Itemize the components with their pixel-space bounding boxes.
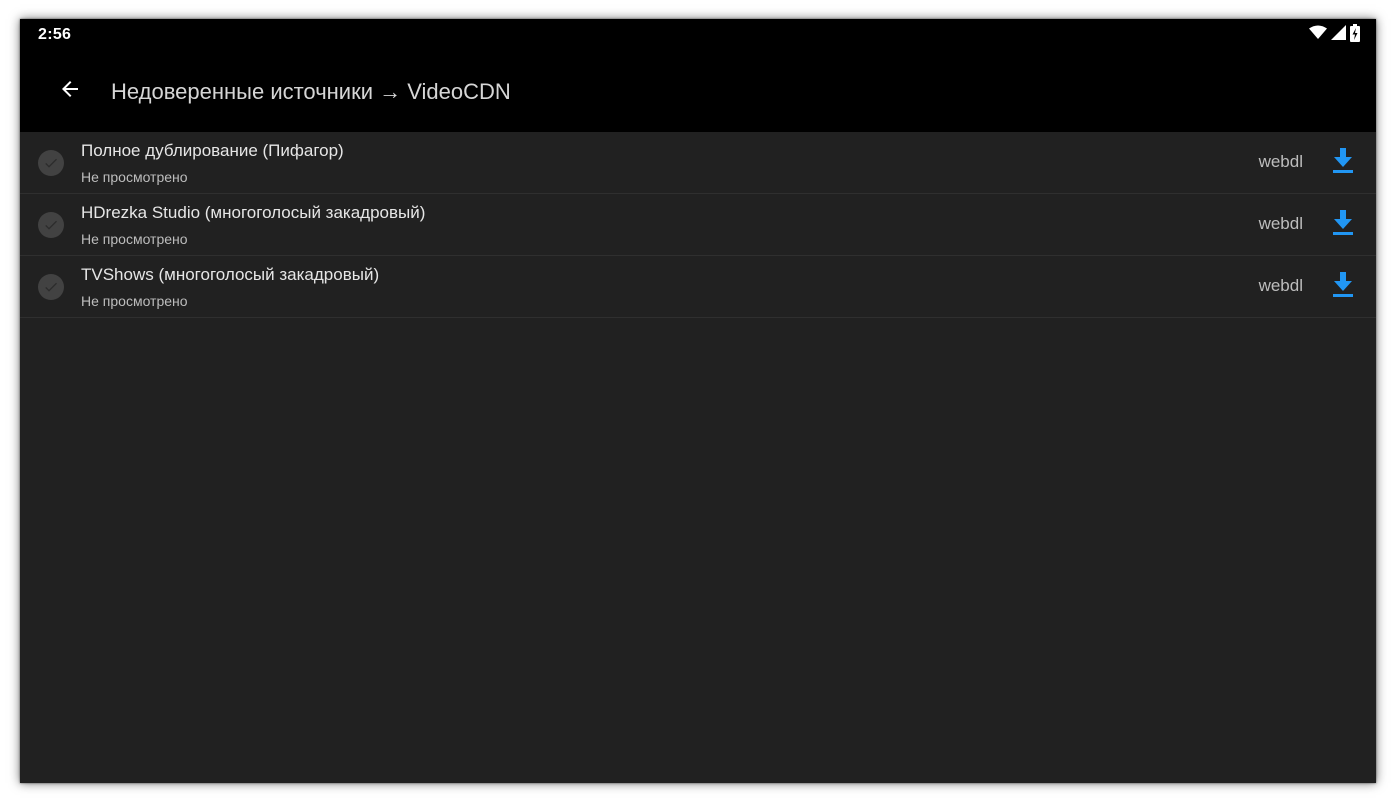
status-time: 2:56 (38, 26, 72, 43)
check-circle-icon (38, 150, 64, 176)
source-list: Полное дублирование (Пифагор) Не просмот… (20, 132, 1376, 318)
source-status: Не просмотрено (81, 231, 188, 247)
arrow-back-icon (58, 77, 82, 106)
download-icon (1332, 209, 1354, 241)
download-button[interactable] (1329, 209, 1357, 241)
wifi-icon (1309, 25, 1327, 45)
source-title: TVShows (многоголосый закадровый) (81, 265, 380, 284)
app-bar: Недоверенные источники → VideoCDN (20, 51, 1376, 132)
list-item[interactable]: HDrezka Studio (многоголосый закадровый)… (20, 194, 1376, 256)
source-quality: webdl (1258, 152, 1303, 171)
signal-icon (1331, 25, 1346, 45)
check-circle-icon (38, 212, 64, 238)
battery-charging-icon (1350, 23, 1360, 47)
list-item[interactable]: TVShows (многоголосый закадровый) Не про… (20, 256, 1376, 318)
list-item[interactable]: Полное дублирование (Пифагор) Не просмот… (20, 132, 1376, 194)
status-bar: 2:56 (20, 19, 1376, 51)
download-icon (1332, 271, 1354, 303)
app-window: 2:56 Недоверенные источники → VideoCDN П… (20, 19, 1376, 783)
source-quality: webdl (1258, 276, 1303, 295)
page-title: Недоверенные источники → VideoCDN (111, 79, 511, 104)
download-icon (1332, 147, 1354, 179)
source-quality: webdl (1258, 214, 1303, 233)
status-icons (1309, 23, 1360, 47)
source-title: Полное дублирование (Пифагор) (81, 141, 344, 160)
source-title: HDrezka Studio (многоголосый закадровый) (81, 203, 426, 222)
download-button[interactable] (1329, 147, 1357, 179)
source-status: Не просмотрено (81, 169, 188, 185)
back-button[interactable] (50, 71, 90, 111)
download-button[interactable] (1329, 271, 1357, 303)
source-status: Не просмотрено (81, 293, 188, 309)
check-circle-icon (38, 274, 64, 300)
